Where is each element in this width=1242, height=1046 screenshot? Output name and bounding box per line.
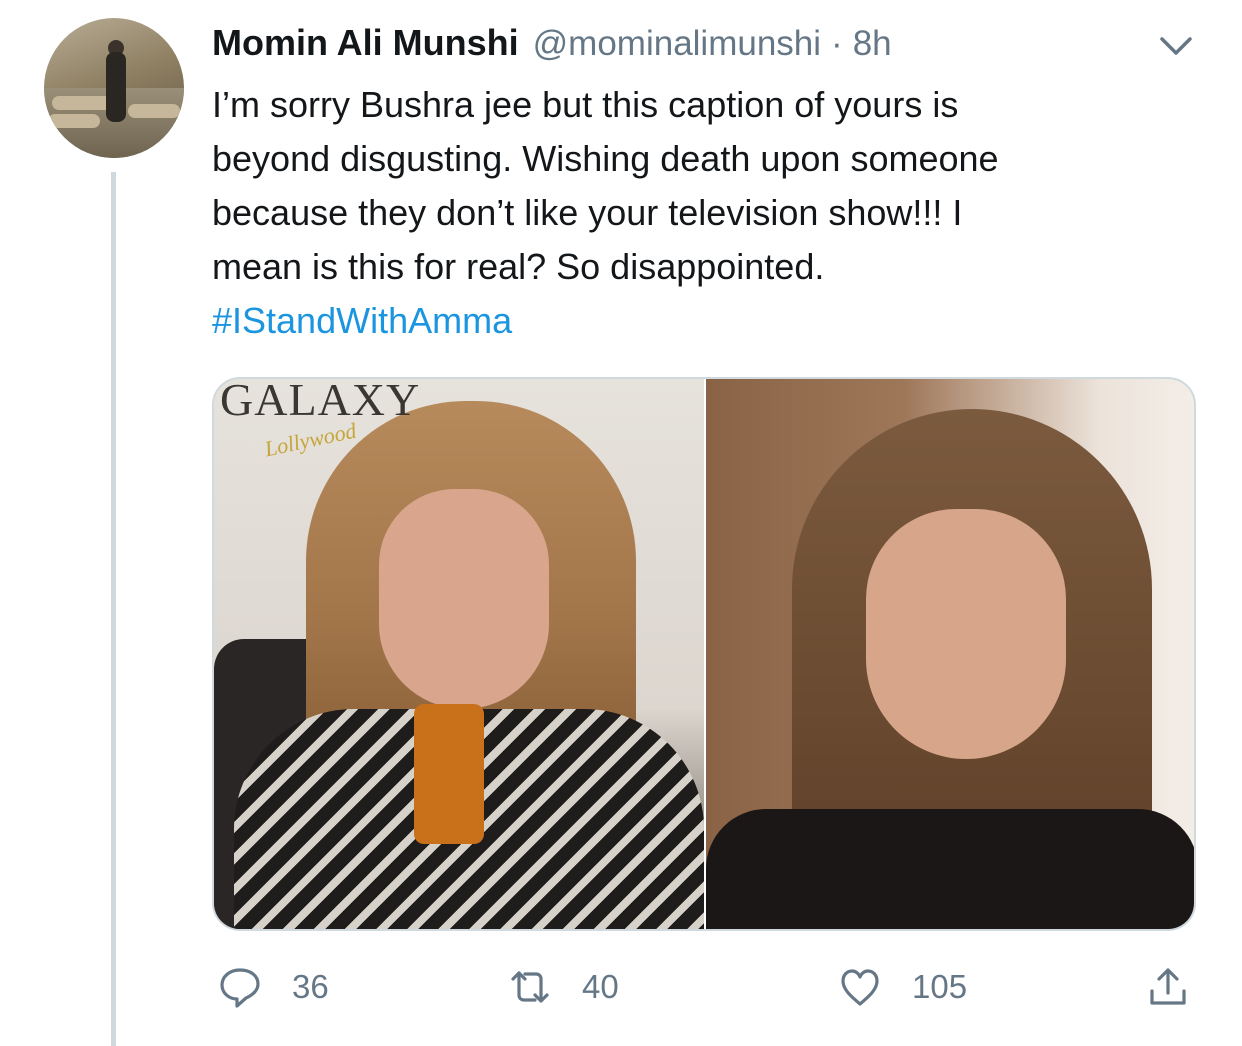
avatar[interactable] bbox=[44, 18, 184, 158]
tweet-text-line: mean is this for real? So disappointed. bbox=[212, 246, 825, 287]
separator-dot: · bbox=[831, 24, 843, 63]
avatar-log bbox=[128, 104, 180, 118]
tweet-text: I’m sorry Bushra jee but this caption of… bbox=[212, 78, 1202, 348]
like-icon bbox=[838, 965, 882, 1009]
share-button[interactable] bbox=[1146, 960, 1190, 1014]
media-photo-left[interactable]: GALAXY Lollywood bbox=[214, 379, 704, 929]
tweet-text-line: beyond disgusting. Wishing death upon so… bbox=[212, 138, 999, 179]
avatar-log bbox=[48, 114, 100, 128]
media-photo-right[interactable] bbox=[706, 379, 1194, 929]
tweet-header: Momin Ali Munshi @mominalimunshi · 8h bbox=[212, 22, 892, 70]
chevron-down-icon[interactable] bbox=[1156, 32, 1196, 60]
tweet-text-line: I’m sorry Bushra jee but this caption of… bbox=[212, 84, 959, 125]
author-name[interactable]: Momin Ali Munshi bbox=[212, 22, 519, 64]
retweet-count: 40 bbox=[582, 968, 619, 1005]
author-handle[interactable]: @mominalimunshi bbox=[533, 24, 821, 64]
tweet-text-line: because they don’t like your television … bbox=[212, 192, 963, 233]
tweet-timestamp[interactable]: 8h bbox=[853, 24, 892, 64]
reply-count: 36 bbox=[292, 968, 329, 1005]
share-icon bbox=[1146, 965, 1190, 1009]
photo-clothing bbox=[706, 809, 1194, 929]
photo-face bbox=[379, 489, 549, 709]
tweet-media[interactable]: GALAXY Lollywood bbox=[212, 377, 1196, 931]
photo-face bbox=[866, 509, 1066, 759]
retweet-button[interactable]: 40 bbox=[508, 960, 619, 1014]
photo-collar bbox=[414, 704, 484, 844]
avatar-person bbox=[106, 52, 126, 122]
thread-line bbox=[111, 172, 116, 1046]
reply-button[interactable]: 36 bbox=[218, 960, 329, 1014]
hashtag-link[interactable]: #IStandWithAmma bbox=[212, 300, 512, 341]
like-count: 105 bbox=[912, 968, 968, 1005]
avatar-log bbox=[52, 96, 112, 110]
reply-icon bbox=[218, 965, 262, 1009]
retweet-icon bbox=[508, 965, 552, 1009]
like-button[interactable]: 105 bbox=[838, 960, 967, 1014]
media-watermark: GALAXY bbox=[220, 377, 421, 425]
tweet-actions: 36 40 105 bbox=[212, 960, 1202, 1014]
